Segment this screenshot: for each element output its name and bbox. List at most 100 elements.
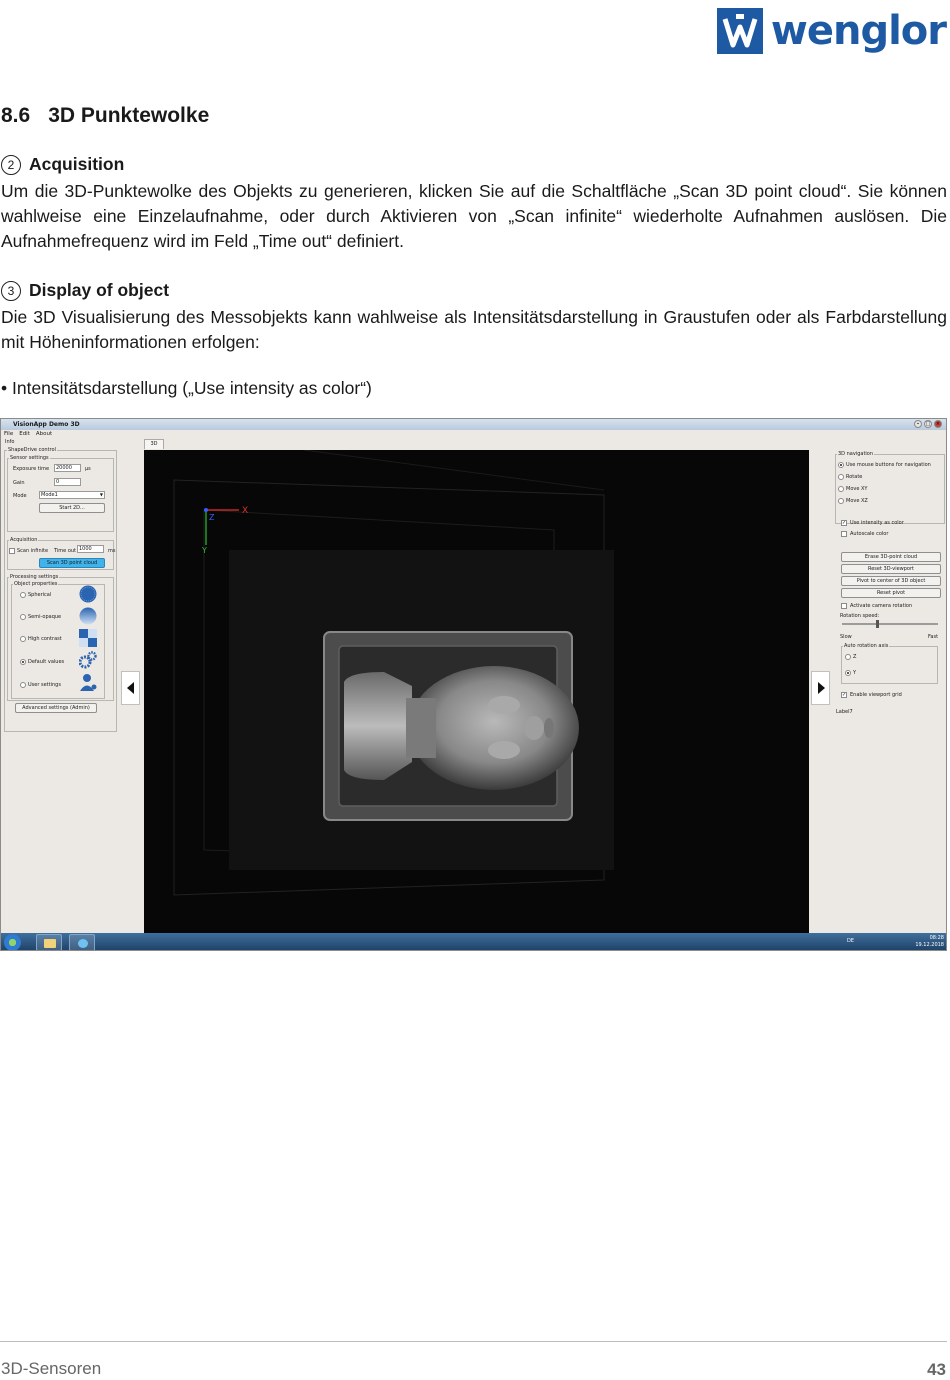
footer-divider [0, 1341, 947, 1342]
taskbar: DE 08:28 19.12.2018 [1, 933, 946, 950]
reset-pivot-button[interactable]: Reset pivot [841, 588, 941, 598]
minimize-button[interactable]: – [914, 420, 922, 428]
menu-file[interactable]: File [4, 430, 13, 438]
nav-mouse-radio[interactable] [838, 462, 844, 468]
scan-3d-button[interactable]: Scan 3D point cloud [39, 558, 105, 568]
rotation-axis-group [841, 646, 938, 684]
heading-number: 8.6 [1, 104, 31, 127]
bullet-intensity: • Intensitätsdarstellung („Use intensity… [1, 378, 372, 398]
menu-about[interactable]: About [36, 430, 52, 438]
z-axis-label: Z [209, 513, 215, 522]
mode-label: Mode [13, 493, 27, 499]
processing-label: Processing settings [9, 574, 60, 580]
rotation-speed-label: Rotation speed: [840, 613, 880, 619]
advanced-settings-button[interactable]: Advanced settings (Admin) [15, 703, 97, 713]
user-icon [80, 674, 97, 691]
high-contrast-icon [79, 629, 97, 647]
close-button[interactable]: × [934, 420, 942, 428]
page-heading: 8.6 3D Punktewolke [1, 104, 209, 128]
axis-y-label: Y [853, 670, 857, 676]
footer-category: 3D-Sensoren [1, 1359, 102, 1378]
option-semiopaque-label: Semi-opaque [28, 614, 62, 620]
sphere-icon [79, 585, 97, 603]
tab-info[interactable]: Info [5, 439, 14, 445]
nav-rotate-radio[interactable] [838, 474, 844, 480]
nav-rotate-label: Rotate [846, 474, 863, 480]
option-semiopaque-radio[interactable] [20, 614, 26, 620]
3d-viewport[interactable]: X Y Z [144, 450, 809, 935]
right-panel: 3D navigation Use mouse buttons for navi… [834, 439, 946, 933]
erase-point-cloud-button[interactable]: Erase 3D-point cloud [841, 552, 941, 562]
collapse-right-button[interactable] [811, 671, 830, 705]
y-axis-label: Y [201, 546, 207, 555]
explorer-taskbar-icon[interactable] [36, 934, 62, 950]
nav-movexy-radio[interactable] [838, 486, 844, 492]
nav-movexz-label: Move XZ [846, 498, 868, 504]
clock-time: 08:28 [929, 935, 944, 941]
enable-grid-checkbox[interactable]: ✓ [841, 692, 847, 698]
acquisition-label: Acquisition [9, 537, 39, 543]
section-display-title: 3 Display of object [1, 280, 169, 301]
page-number: 43 [927, 1360, 946, 1379]
fast-label: Fast [928, 634, 939, 640]
menubar: File Edit About [1, 430, 946, 438]
mode-value: Mode1 [41, 492, 58, 498]
object-properties-label: Object properties [13, 581, 59, 587]
system-tray: DE 08:28 19.12.2018 [847, 935, 944, 949]
use-intensity-checkbox[interactable]: ✓ [841, 520, 847, 526]
marker-3: 3 [1, 280, 21, 301]
mode-select[interactable]: Mode1 ▼ [39, 491, 105, 499]
option-user-radio[interactable] [20, 682, 26, 688]
timeout-field[interactable]: 1000 [77, 545, 104, 553]
option-spherical-radio[interactable] [20, 592, 26, 598]
visionapp-taskbar-icon[interactable] [69, 934, 95, 950]
option-spherical-label: Spherical [28, 592, 52, 598]
menu-edit[interactable]: Edit [19, 430, 30, 438]
window-controls: – □ × [914, 420, 942, 428]
section-display-label: Display of object [29, 280, 170, 300]
wenglor-logo: wenglor [716, 8, 947, 54]
autoscale-checkbox[interactable] [841, 531, 847, 537]
gain-field[interactable]: 0 [54, 478, 81, 486]
section-acquisition-title: 2 Acquisition [1, 154, 124, 175]
axis-z-radio[interactable] [845, 654, 851, 660]
pivot-center-button[interactable]: Pivot to center of 3D object [841, 576, 941, 586]
option-default-radio[interactable] [20, 659, 26, 665]
start-2d-button[interactable]: Start 2D... [39, 503, 105, 513]
timeout-unit: ms [108, 548, 116, 554]
nav-movexz-radio[interactable] [838, 498, 844, 504]
x-axis-label: X [242, 506, 248, 516]
option-default-label: Default values [28, 659, 65, 665]
axis-y-radio[interactable] [845, 670, 851, 676]
heading-title: 3D Punktewolke [48, 104, 210, 127]
axis-z-label: Z [853, 654, 857, 660]
activate-rotation-label: Activate camera rotation [850, 603, 913, 609]
section-acquisition-text: Um die 3D-Punktewolke des Objekts zu gen… [1, 181, 947, 251]
exposure-label: Exposure time [13, 466, 50, 472]
language-indicator[interactable]: DE [847, 938, 854, 945]
maximize-button[interactable]: □ [924, 420, 932, 428]
activate-rotation-checkbox[interactable] [841, 603, 847, 609]
slider-thumb[interactable] [876, 620, 879, 628]
rotation-speed-slider[interactable] [842, 620, 938, 628]
autoscale-label: Autoscale color [850, 531, 889, 537]
section-acquisition-label: Acquisition [29, 154, 125, 174]
clock-date: 19.12.2018 [915, 942, 944, 948]
app-screenshot: VisionApp Demo 3D – □ × File Edit About … [0, 418, 947, 951]
scan-infinite-checkbox[interactable] [9, 548, 15, 554]
rotation-axis-label: Auto rotation axis [843, 643, 890, 649]
option-highcontrast-radio[interactable] [20, 636, 26, 642]
use-intensity-label: Use intensity as color [850, 520, 904, 526]
gain-label: Gain [13, 480, 25, 486]
collapse-left-button[interactable] [121, 671, 140, 705]
option-highcontrast-label: High contrast [28, 636, 62, 642]
tab-3d[interactable]: 3D [144, 439, 164, 449]
windows-start-icon[interactable] [4, 934, 21, 950]
chevron-down-icon: ▼ [99, 492, 103, 497]
exposure-field[interactable]: 20000 [54, 464, 81, 472]
reset-viewport-button[interactable]: Reset 3D-viewport [841, 564, 941, 574]
left-panel: Info ShapeDrive control Sensor settings … [2, 439, 118, 933]
scan-infinite-label: Scan infinite [17, 548, 49, 554]
label7: Label7 [836, 709, 853, 715]
marker-2: 2 [1, 154, 21, 175]
